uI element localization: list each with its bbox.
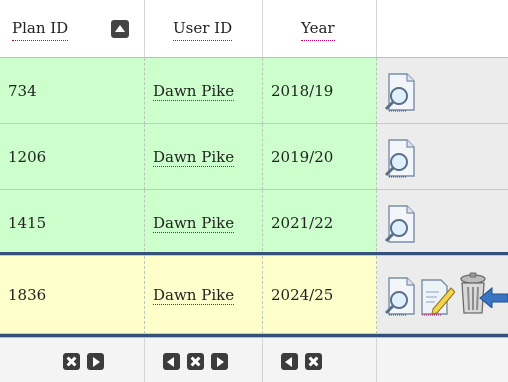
user-id-link[interactable]: Dawn Pike [153, 286, 235, 305]
cell-year: 2019/20 [263, 124, 377, 190]
user-id-link[interactable]: Dawn Pike [153, 148, 235, 167]
clear-filter-icon[interactable] [63, 353, 80, 370]
user-id-link[interactable]: Dawn Pike [153, 82, 235, 101]
cell-year: 2021/22 [263, 190, 377, 256]
cell-actions [377, 58, 508, 124]
year-value: 2019/20 [271, 148, 334, 166]
cell-plan-id: 734 [0, 58, 145, 124]
plan-id-value: 1206 [8, 148, 47, 166]
cell-plan-id: 1415 [0, 190, 145, 256]
clear-filter-icon[interactable] [187, 353, 204, 370]
column-header-label[interactable]: Plan ID [12, 19, 69, 41]
selection-border-top [0, 252, 508, 255]
column-header-user-id[interactable]: User ID [145, 0, 263, 58]
pager-actions [377, 338, 508, 382]
previous-icon[interactable] [281, 353, 298, 370]
edit-icon[interactable] [419, 276, 455, 316]
arrow-left-icon [479, 286, 508, 308]
view-icon[interactable] [383, 276, 419, 316]
sort-ascending-icon[interactable] [111, 20, 129, 38]
year-value: 2021/22 [271, 214, 334, 232]
cell-user-id: Dawn Pike [145, 58, 263, 124]
plan-id-value: 1415 [8, 214, 47, 232]
cell-plan-id: 1836 [0, 256, 145, 334]
cell-actions [377, 256, 508, 334]
column-header-plan-id[interactable]: Plan ID [0, 0, 145, 58]
table-row[interactable]: 734 Dawn Pike 2018/19 [0, 58, 508, 124]
column-header-year[interactable]: Year [263, 0, 377, 58]
plan-id-value: 1836 [8, 286, 47, 304]
cell-actions [377, 124, 508, 190]
plans-grid: Plan ID User ID Year 734 Dawn Pike 2018/… [0, 0, 508, 382]
view-icon[interactable] [383, 138, 419, 178]
column-header-label[interactable]: User ID [173, 19, 233, 41]
view-icon[interactable] [383, 204, 419, 244]
column-header-label[interactable]: Year [301, 19, 335, 41]
next-icon[interactable] [87, 353, 104, 370]
plan-id-value: 734 [8, 82, 37, 100]
pager-bar [0, 337, 508, 382]
cell-actions [377, 190, 508, 256]
table-row[interactable]: 1415 Dawn Pike 2021/22 [0, 190, 508, 256]
column-header-actions [377, 0, 508, 58]
pager-user-id [145, 338, 263, 382]
table-row[interactable]: 1206 Dawn Pike 2019/20 [0, 124, 508, 190]
cell-user-id: Dawn Pike [145, 190, 263, 256]
user-id-link[interactable]: Dawn Pike [153, 214, 235, 233]
year-value: 2024/25 [271, 286, 334, 304]
previous-icon[interactable] [163, 353, 180, 370]
table-row-selected[interactable]: 1836 Dawn Pike 2024/25 [0, 256, 508, 334]
view-icon[interactable] [383, 72, 419, 112]
next-icon[interactable] [211, 353, 228, 370]
pager-year [263, 338, 377, 382]
cell-user-id: Dawn Pike [145, 124, 263, 190]
cell-year: 2024/25 [263, 256, 377, 334]
cell-user-id: Dawn Pike [145, 256, 263, 334]
cell-year: 2018/19 [263, 58, 377, 124]
pager-plan-id [0, 338, 145, 382]
clear-filter-icon[interactable] [305, 353, 322, 370]
cell-plan-id: 1206 [0, 124, 145, 190]
year-value: 2018/19 [271, 82, 334, 100]
